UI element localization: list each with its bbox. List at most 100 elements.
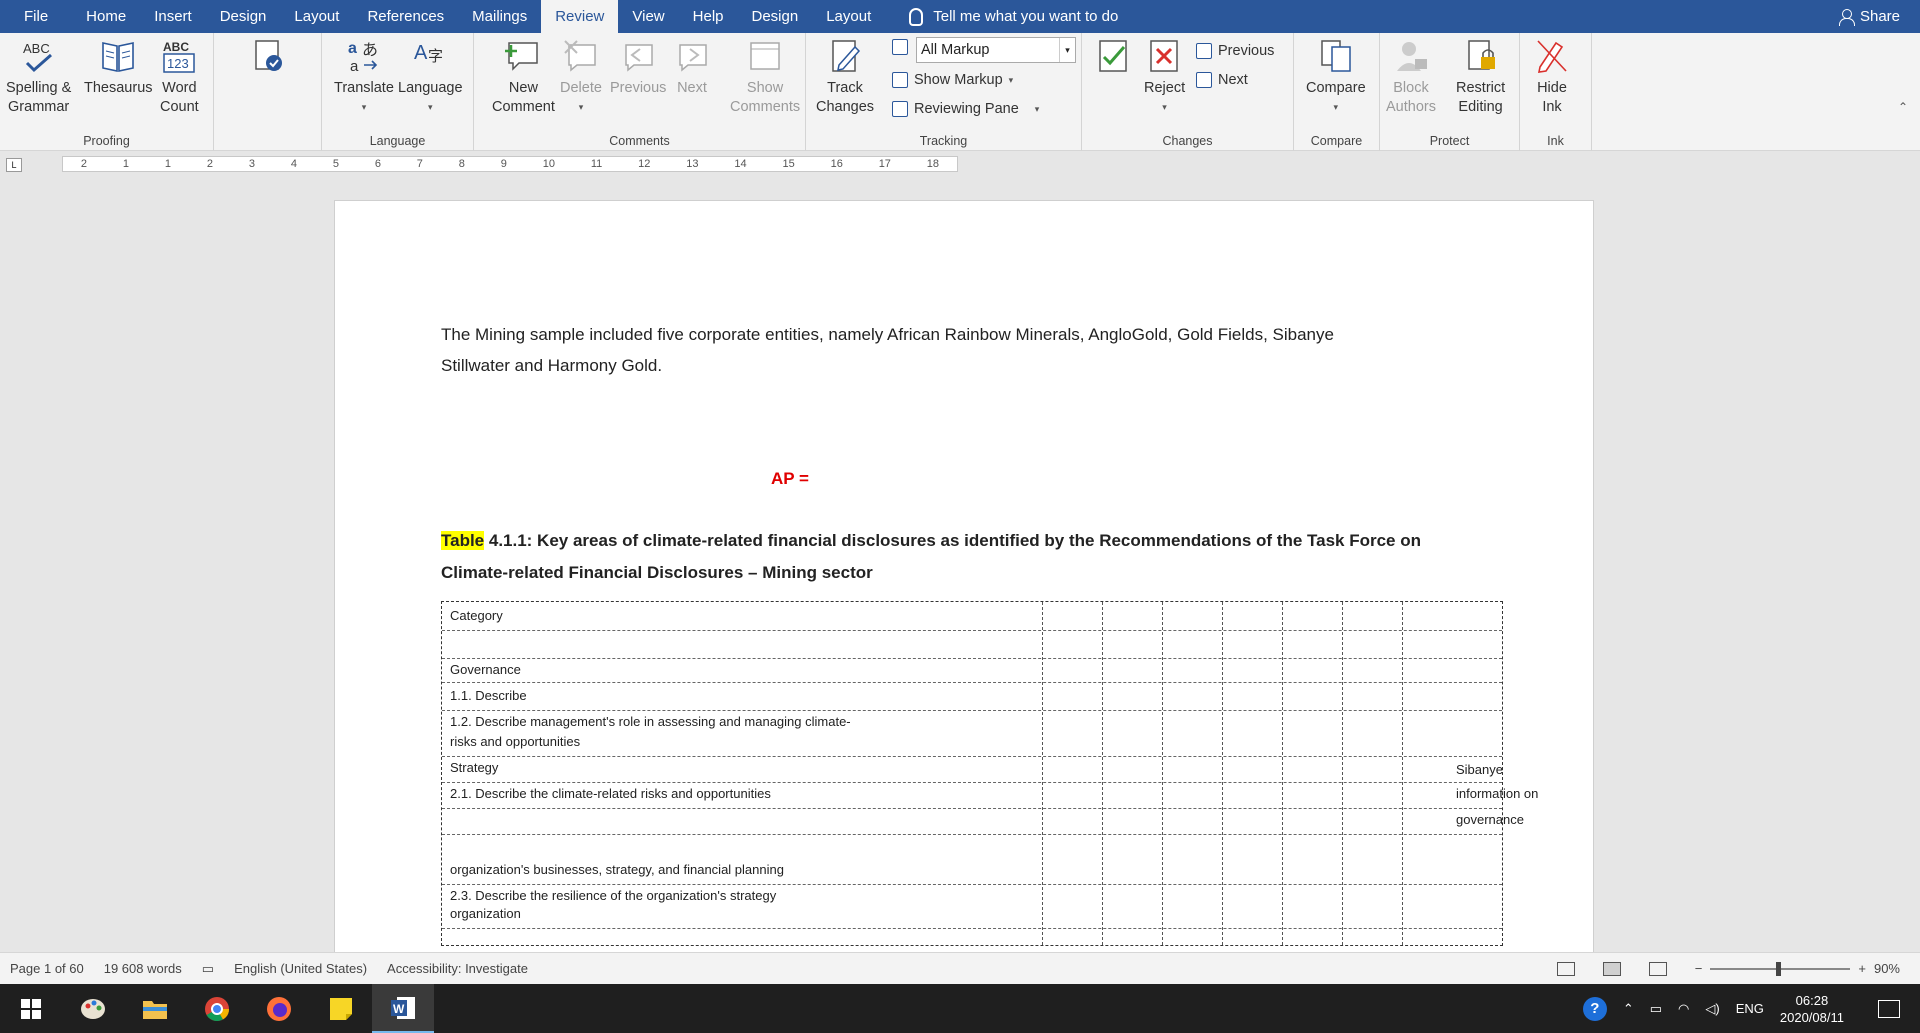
group-accessibility [214, 33, 322, 151]
language-status[interactable]: English (United States) [224, 961, 377, 976]
previous-comment-button[interactable]: Previous [610, 37, 666, 98]
show-markup-icon [892, 72, 908, 88]
word-count[interactable]: 19 608 words [94, 961, 192, 976]
reviewing-pane-icon [892, 101, 908, 117]
input-language[interactable]: ENG [1736, 1001, 1764, 1016]
firefox-button[interactable] [248, 984, 310, 1033]
zoom-in-button[interactable]: + [1858, 961, 1866, 976]
table-cell-2-3: 2.3. Describe the resilience of the orga… [450, 888, 777, 903]
tab-design[interactable]: Design [206, 0, 281, 33]
next-label: Next [677, 80, 707, 96]
clock[interactable]: 06:28 2020/08/11 [1780, 992, 1844, 1026]
show-comments-button[interactable]: Show Comments [730, 37, 800, 117]
tab-review[interactable]: Review [541, 0, 619, 33]
track-changes-label-2: Changes [816, 99, 875, 115]
reject-button[interactable]: Reject ▾ [1144, 37, 1185, 117]
show-markup-button[interactable]: Show Markup ▾ [892, 72, 1013, 88]
tab-mailings[interactable]: Mailings [458, 0, 541, 33]
paint-app-button[interactable] [62, 984, 124, 1033]
reviewing-pane-button[interactable]: Reviewing Pane ▾ [892, 101, 1039, 117]
chrome-button[interactable] [186, 984, 248, 1033]
block-authors-icon [1396, 42, 1427, 71]
chevron-up-icon[interactable]: ⌃ [1623, 1001, 1634, 1017]
page-count[interactable]: Page 1 of 60 [0, 961, 94, 976]
tab-layout[interactable]: Layout [280, 0, 353, 33]
ruler-tick-label: 10 [542, 158, 555, 170]
check-accessibility-button[interactable] [250, 37, 286, 79]
compare-button[interactable]: Compare ▾ [1306, 37, 1366, 117]
notification-icon[interactable] [1878, 999, 1900, 1018]
accept-button[interactable] [1096, 37, 1132, 79]
markup-select-value: All Markup [921, 42, 990, 58]
share-button[interactable]: Share [1818, 0, 1920, 33]
previous-change-button[interactable]: Previous [1196, 43, 1274, 59]
read-mode-icon[interactable] [1556, 961, 1575, 976]
tab-file[interactable]: File [0, 0, 72, 33]
person-icon [1838, 8, 1855, 26]
word-count-label-2: Count [160, 99, 199, 115]
help-icon[interactable]: ? [1582, 996, 1607, 1021]
horizontal-ruler[interactable]: 2 1 1 2 3 4 5 6 7 8 9 10 11 12 13 14 15 16 17 18 [62, 156, 958, 172]
zoom-slider[interactable] [1710, 961, 1851, 976]
paint-icon [81, 998, 105, 1019]
side-note-1: Sibanye [1456, 762, 1503, 777]
status-bar: Page 1 of 60 19 608 words ▭ English (Uni… [0, 952, 1920, 984]
battery-icon[interactable]: ▭ [1650, 1001, 1662, 1017]
web-layout-icon[interactable] [1648, 961, 1667, 976]
spelling-grammar-button[interactable]: ABC Spelling & Grammar [6, 37, 71, 117]
reject-icon [1149, 40, 1178, 72]
next-comment-button[interactable]: Next [674, 37, 710, 98]
restrict-editing-button[interactable]: Restrict Editing [1456, 37, 1505, 117]
accessibility-status[interactable]: Accessibility: Investigate [377, 961, 538, 976]
clock-time: 06:28 [1795, 992, 1829, 1008]
collapse-ribbon-button[interactable]: ⌃ [1898, 100, 1908, 114]
table-cell-2-3b: organization [450, 906, 521, 921]
hide-ink-button[interactable]: Hide Ink [1534, 37, 1570, 117]
sticky-notes-button[interactable] [310, 984, 372, 1033]
group-protect: Block Authors Restrict Editing Protect [1380, 33, 1520, 151]
table-cell-2-1: 2.1. Describe the climate-related risks … [450, 786, 771, 801]
tab-help[interactable]: Help [679, 0, 738, 33]
block-authors-button[interactable]: Block Authors [1386, 37, 1436, 117]
tab-table-design[interactable]: Design [738, 0, 813, 33]
zoom-slider-thumb[interactable] [1776, 961, 1782, 976]
table-cell-strategy: Strategy [450, 760, 499, 775]
volume-icon[interactable]: ◁) [1705, 1001, 1719, 1017]
word-count-button[interactable]: ABC 123 Word Count [160, 37, 199, 117]
table-cell-1-1: 1.1. Describe [450, 688, 527, 703]
disclosure-table[interactable]: Category Governance 1.1. Describe 1.2. D… [441, 601, 1538, 946]
zoom-control: − + 90% [1695, 961, 1900, 976]
thesaurus-button[interactable]: Thesaurus [84, 37, 153, 98]
translate-button[interactable]: aあa Translate ▾ [334, 37, 394, 117]
file-explorer-button[interactable] [124, 984, 186, 1033]
ruler-tick-label: 9 [500, 158, 507, 170]
tab-references[interactable]: References [353, 0, 458, 33]
language-button[interactable]: A字 Language ▾ [398, 37, 463, 117]
proofing-status-icon[interactable]: ▭ [192, 961, 224, 977]
print-layout-icon[interactable] [1602, 961, 1621, 976]
tab-selector[interactable]: L [6, 158, 22, 172]
new-comment-button[interactable]: New Comment [492, 37, 555, 117]
word-button[interactable]: W [372, 984, 434, 1033]
tab-table-layout[interactable]: Layout [812, 0, 885, 33]
track-changes-button[interactable]: Track Changes [816, 37, 874, 117]
delete-comment-button[interactable]: Delete ▾ [560, 37, 602, 117]
tab-insert[interactable]: Insert [140, 0, 206, 33]
table-row [442, 928, 1502, 929]
markup-select[interactable]: All Markup ▾ [916, 37, 1076, 63]
zoom-level[interactable]: 90% [1874, 961, 1900, 976]
markup-icon [892, 39, 908, 55]
document-page[interactable]: The Mining sample included five corporat… [334, 200, 1594, 952]
start-button[interactable] [0, 984, 62, 1033]
tab-home[interactable]: Home [72, 0, 140, 33]
next-change-button[interactable]: Next [1196, 72, 1248, 88]
table-column-divider [1402, 602, 1403, 945]
table-column-divider [1282, 602, 1283, 945]
chevron-down-icon: ▾ [1059, 38, 1075, 62]
tell-me-search[interactable]: Tell me what you want to do [909, 0, 1118, 33]
tab-view[interactable]: View [618, 0, 678, 33]
ruler-tick-label: 3 [248, 158, 255, 170]
compare-label: Compare [1306, 80, 1366, 96]
zoom-out-button[interactable]: − [1695, 961, 1703, 976]
network-icon[interactable]: ◠ [1678, 1001, 1689, 1017]
